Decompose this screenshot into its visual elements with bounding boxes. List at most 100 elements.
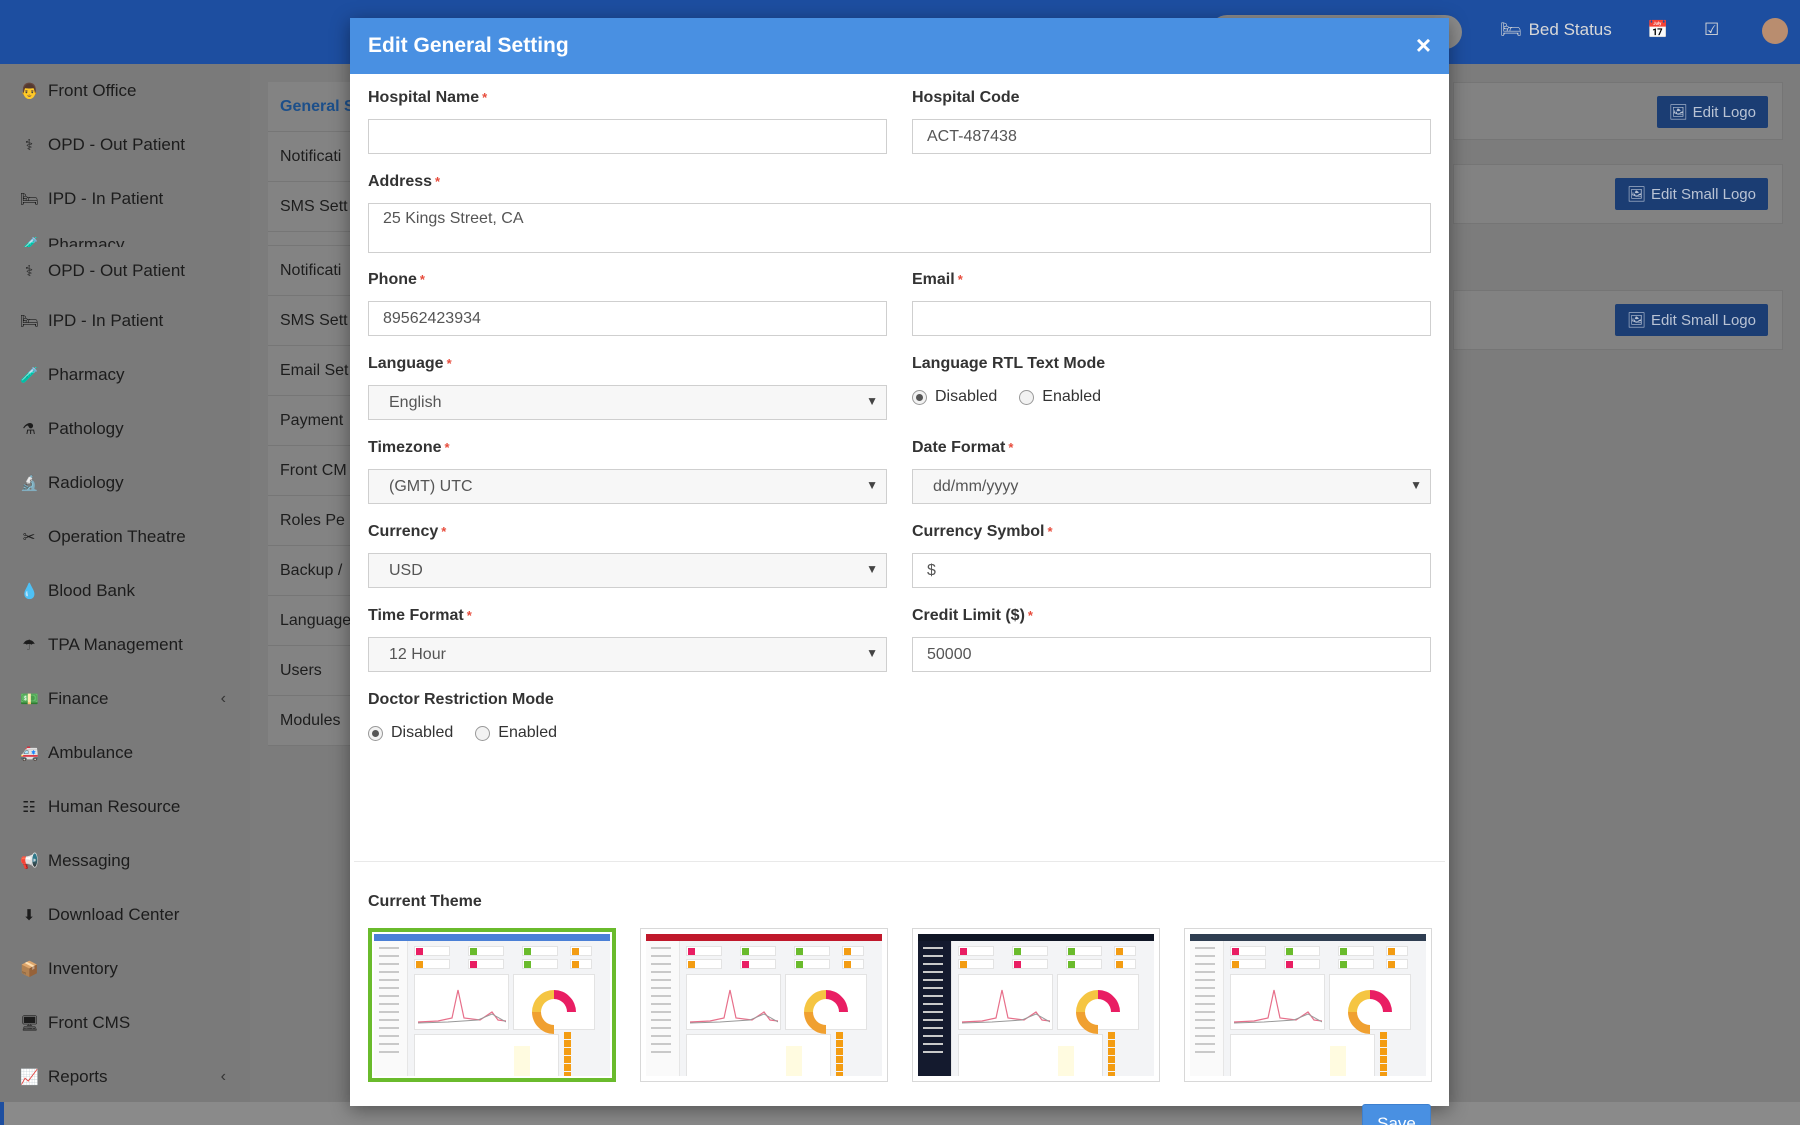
sidebar-item-label: Reports	[48, 1067, 108, 1086]
hospital-name-input[interactable]	[368, 119, 887, 154]
currency-symbol-input[interactable]: $	[912, 553, 1431, 588]
language-group: Language * English ▼	[368, 352, 887, 420]
theme-option[interactable]	[368, 928, 616, 1082]
rtl-disabled-radio[interactable]	[912, 389, 927, 405]
pharmacy-icon: 🧪	[20, 237, 39, 247]
sidebar-item-label: TPA Management	[48, 635, 183, 654]
rtl-mode-label: Language RTL Text Mode	[912, 355, 1106, 372]
currency-select[interactable]: USD ▼	[368, 553, 887, 588]
modal-header: Edit General Setting ×	[350, 18, 1449, 74]
timezone-select[interactable]: (GMT) UTC ▼	[368, 469, 887, 504]
phone-input[interactable]: 89562423934	[368, 301, 887, 336]
bed-icon: 🛏	[20, 191, 40, 208]
chevron-left-icon: ‹	[220, 1068, 226, 1085]
language-select-value: English	[389, 393, 442, 411]
timezone-select-value: (GMT) UTC	[389, 477, 473, 495]
front-office-icon: 👨	[20, 83, 39, 100]
credit-limit-label: Credit Limit ($) *	[912, 607, 1033, 624]
theme-thumbnail	[918, 934, 1154, 1076]
save-button[interactable]: Save	[1362, 1104, 1431, 1125]
time-format-label: Time Format *	[368, 607, 472, 624]
edit-logo-button[interactable]: 🖼 Edit Logo	[1656, 96, 1768, 128]
edit-small-logo-label: Edit Small Logo	[1650, 311, 1756, 329]
blood-drop-icon: 💧	[20, 583, 39, 600]
sidebar-item-opd[interactable]: ⚕ OPD - Out Patient	[0, 247, 250, 294]
theme-option[interactable]	[912, 928, 1160, 1082]
download-icon: ⬇	[22, 907, 36, 924]
edit-small-logo-label: Edit Small Logo	[1650, 185, 1756, 203]
current-theme-label: Current Theme	[368, 890, 1431, 914]
sidebar-item-ambulance[interactable]: 🚑 Ambulance	[0, 726, 250, 780]
theme-option[interactable]	[640, 928, 888, 1082]
hospital-code-input[interactable]: ACT-487438	[912, 119, 1431, 154]
sidebar-item-label: Front Office	[48, 81, 137, 100]
doctor-restriction-label: Doctor Restriction Mode	[368, 691, 554, 708]
sidebar-item-pathology[interactable]: ⚗ Pathology	[0, 402, 250, 456]
sidebar-item-ipd[interactable]: 🛏 IPD - In Patient	[0, 294, 250, 348]
email-input[interactable]	[912, 301, 1431, 336]
flask-icon: ⚗	[22, 421, 36, 438]
sidebar-item-label: Human Resource	[48, 797, 181, 816]
sidebar-item-opd[interactable]: ⚕ OPD - Out Patient	[0, 118, 250, 172]
avatar[interactable]	[1762, 18, 1788, 44]
sidebar-item-front-office[interactable]: 👨 Front Office	[0, 64, 250, 118]
task-check-icon[interactable]: ☑	[1704, 20, 1719, 40]
line-chart-icon: 📈	[20, 1069, 39, 1086]
caret-down-icon: ▼	[1410, 478, 1422, 492]
sidebar-item-messaging[interactable]: 📢 Messaging	[0, 834, 250, 888]
stethoscope-icon: ⚕	[24, 262, 34, 280]
sidebar-item-front-cms[interactable]: 🖥 Front CMS	[0, 996, 250, 1050]
sidebar-item-label: Messaging	[48, 851, 131, 870]
currency-group: Currency * USD ▼	[368, 520, 887, 588]
small-logo-panel: 🖼 Edit Small Logo	[1453, 290, 1783, 350]
sidebar-item-inventory[interactable]: 📦 Inventory	[0, 942, 250, 996]
hospital-code-group: Hospital Code ACT-487438	[912, 86, 1431, 154]
time-format-select[interactable]: 12 Hour ▼	[368, 637, 887, 672]
credit-limit-input[interactable]: 50000	[912, 637, 1431, 672]
theme-option[interactable]	[1184, 928, 1432, 1082]
timezone-label: Timezone *	[368, 439, 450, 456]
logo-panel: 🖼 Edit Logo	[1453, 82, 1783, 140]
sidebar-item-reports[interactable]: 📈 Reports ‹	[0, 1050, 250, 1104]
caret-down-icon: ▼	[866, 646, 878, 660]
sidebar-item-blood-bank[interactable]: 💧 Blood Bank	[0, 564, 250, 618]
sidebar-item-tpa[interactable]: ☂ TPA Management	[0, 618, 250, 672]
divider	[354, 861, 1445, 862]
edit-small-logo-button[interactable]: 🖼 Edit Small Logo	[1614, 304, 1768, 336]
sidebar-item-human-resource[interactable]: ☷ Human Resource	[0, 780, 250, 834]
date-format-select[interactable]: dd/mm/yyyy ▼	[912, 469, 1431, 504]
language-label: Language *	[368, 355, 452, 372]
sidebar-item-operation-theatre[interactable]: ✂ Operation Theatre	[0, 510, 250, 564]
sidebar-item-label: Radiology	[48, 473, 124, 492]
currency-select-value: USD	[389, 561, 423, 579]
sidebar-item-label: Pathology	[48, 419, 124, 438]
time-format-select-value: 12 Hour	[389, 645, 446, 663]
close-icon[interactable]: ×	[1416, 31, 1431, 59]
language-select[interactable]: English ▼	[368, 385, 887, 420]
image-icon: 🖼	[1626, 312, 1646, 329]
sidebar-item-ipd[interactable]: 🛏 IPD - In Patient	[0, 172, 250, 226]
address-label: Address *	[368, 173, 441, 190]
bed-status-link[interactable]: 🛏 Bed Status	[1500, 20, 1612, 40]
sidebar-item-pharmacy[interactable]: 🧪 Pharmacy	[0, 348, 250, 402]
sidebar-item-label: Operation Theatre	[48, 527, 186, 546]
sidebar-item-label: IPD - In Patient	[48, 311, 164, 330]
doctor-restriction-enabled-radio[interactable]	[475, 725, 491, 741]
rtl-enabled-radio[interactable]	[1019, 389, 1035, 405]
cms-icon: 🖥	[20, 1015, 40, 1032]
sidebar-item-download-center[interactable]: ⬇ Download Center	[0, 888, 250, 942]
timezone-group: Timezone * (GMT) UTC ▼	[368, 436, 887, 504]
address-textarea[interactable]: 25 Kings Street, CA	[368, 203, 1431, 253]
phone-group: Phone * 89562423934	[368, 268, 887, 336]
doctor-restriction-enabled-label: Enabled	[498, 724, 557, 741]
doctor-restriction-disabled-radio[interactable]	[368, 725, 383, 741]
calendar-icon[interactable]: 📅	[1647, 20, 1668, 40]
rtl-mode-group: Language RTL Text Mode Disabled Enabled	[912, 352, 1431, 408]
sidebar-item-radiology[interactable]: 🔬 Radiology	[0, 456, 250, 510]
sidebar-item-finance[interactable]: 💵 Finance ‹	[0, 672, 250, 726]
currency-label: Currency *	[368, 523, 447, 540]
edit-general-setting-modal: Edit General Setting × Hospital Name * Ho…	[350, 18, 1449, 1125]
caret-down-icon: ▼	[866, 478, 878, 492]
edit-small-logo-button[interactable]: 🖼 Edit Small Logo	[1614, 178, 1768, 210]
modal-body: Hospital Name * Hospital Code ACT-487438 …	[350, 74, 1449, 1125]
